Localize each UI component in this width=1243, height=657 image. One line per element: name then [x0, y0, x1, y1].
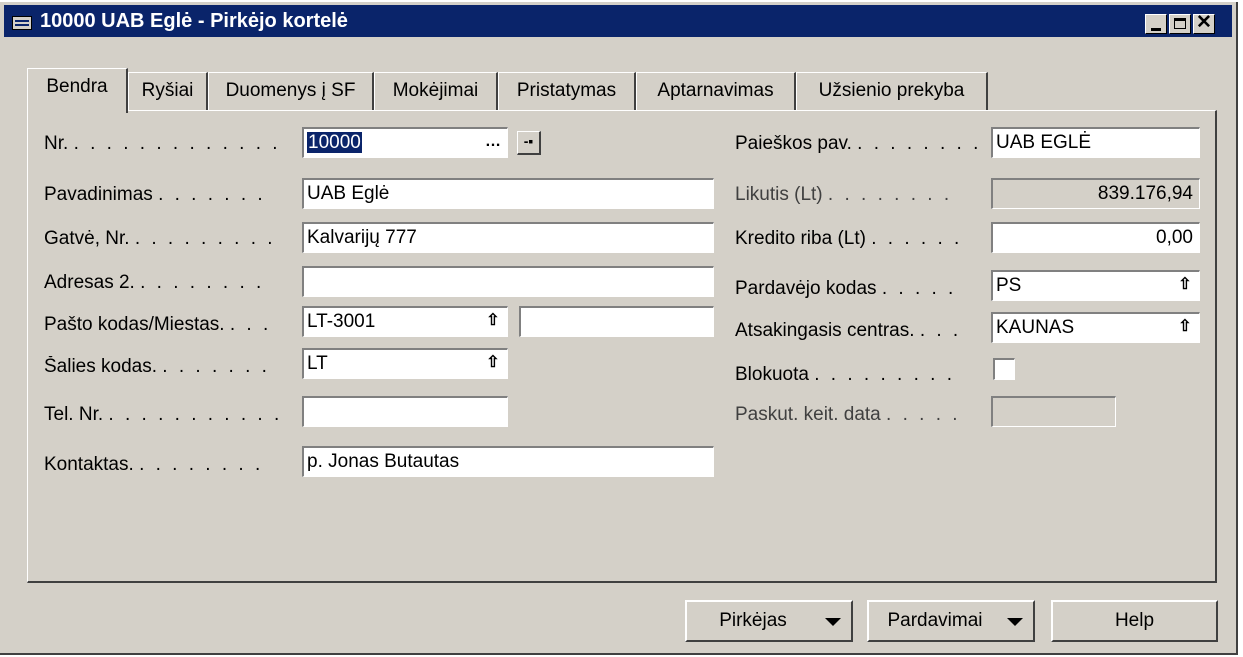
address-field[interactable]: Kalvarijų 777	[302, 222, 714, 253]
up-arrow-icon[interactable]: ⇧	[482, 353, 504, 373]
dropdown-arrow-icon	[825, 618, 841, 626]
tab-mokejimai[interactable]: Mokėjimai	[374, 72, 498, 110]
city-field[interactable]	[519, 306, 714, 337]
up-arrow-icon[interactable]: ⇧	[1174, 275, 1196, 295]
phone-field[interactable]	[302, 396, 508, 427]
sales-menu-button[interactable]: Pardavimai	[867, 600, 1035, 642]
responsibility-center-field[interactable]: KAUNAS ⇧	[991, 312, 1200, 343]
blocked-checkbox[interactable]	[993, 358, 1015, 380]
label-gatve: Gatvė, Nr. . . . . . . . . .	[44, 228, 276, 249]
card-icon: -▪	[523, 133, 534, 149]
label-kontaktas: Kontaktas. . . . . . . . .	[44, 454, 264, 475]
minimize-button[interactable]	[1145, 14, 1167, 34]
label-pasto-kodas: Pašto kodas/Miestas. . . .	[44, 314, 272, 335]
address2-field[interactable]	[302, 266, 714, 297]
post-code-field[interactable]: LT-3001 ⇧	[302, 306, 508, 337]
label-pardavejo-kodas: Pardavėjo kodas . . . . .	[735, 278, 957, 299]
label-blokuota: Blokuota . . . . . . . . .	[735, 364, 955, 385]
country-code-field[interactable]: LT ⇧	[302, 348, 508, 379]
label-adresas2: Adresas 2. . . . . . . . .	[44, 272, 265, 293]
tab-uzsienio-prekyba[interactable]: Užsienio prekyba	[796, 72, 988, 110]
help-button[interactable]: Help	[1051, 600, 1218, 642]
tab-rysiai[interactable]: Ryšiai	[128, 72, 208, 110]
credit-limit-field[interactable]: 0,00	[991, 222, 1200, 253]
label-nr: Nr. . . . . . . . . . . . . .	[44, 133, 281, 154]
minimize-icon	[1151, 28, 1161, 31]
search-name-field[interactable]: UAB EGLĖ	[991, 127, 1200, 158]
close-button[interactable]: ✕	[1193, 12, 1215, 34]
last-modified-date-field	[991, 396, 1116, 427]
label-pavadinimas: Pavadinimas . . . . . . .	[44, 184, 266, 205]
close-icon: ✕	[1196, 12, 1212, 33]
tab-bendra[interactable]: Bendra	[27, 68, 128, 113]
form-icon	[12, 16, 32, 30]
customer-card-window: 10000 UAB Eglė - Pirkėjo kortelė ✕ Bendr…	[0, 2, 1238, 655]
label-paskut-keit-data: Paskut. keit. data . . . . .	[735, 404, 961, 425]
customer-menu-button[interactable]: Pirkėjas	[685, 600, 853, 642]
tab-duomenys-i-sf[interactable]: Duomenys į SF	[208, 72, 374, 110]
label-salies-kodas: Šalies kodas. . . . . . . .	[44, 356, 270, 377]
maximize-icon	[1174, 18, 1186, 29]
up-arrow-icon[interactable]: ⇧	[1174, 317, 1196, 337]
label-paieskos: Paieškos pav. . . . . . . . .	[735, 133, 982, 154]
label-kredito-riba: Kredito riba (Lt) . . . . . .	[735, 228, 963, 249]
nr-field[interactable]: 10000…	[302, 127, 508, 158]
label-tel-nr: Tel. Nr. . . . . . . . . . . .	[44, 404, 283, 425]
assist-edit-button[interactable]: -▪	[517, 131, 541, 155]
tab-aptarnavimas[interactable]: Aptarnavimas	[636, 72, 796, 110]
name-field[interactable]: UAB Eglė	[302, 178, 714, 209]
label-atsakingasis-centras: Atsakingasis centras. . . .	[735, 320, 962, 341]
maximize-button[interactable]	[1169, 14, 1191, 34]
window-title: 10000 UAB Eglė - Pirkėjo kortelė	[40, 10, 348, 32]
contact-field[interactable]: p. Jonas Butautas	[302, 446, 714, 477]
salesperson-code-field[interactable]: PS ⇧	[991, 270, 1200, 301]
tab-pristatymas[interactable]: Pristatymas	[498, 72, 636, 110]
title-bar[interactable]: 10000 UAB Eglė - Pirkėjo kortelė ✕	[4, 5, 1232, 37]
lookup-icon[interactable]: …	[482, 132, 504, 152]
dropdown-arrow-icon	[1007, 618, 1023, 626]
up-arrow-icon[interactable]: ⇧	[482, 311, 504, 331]
label-likutis: Likutis (Lt) . . . . . . . .	[735, 184, 953, 205]
balance-field: 839.176,94	[991, 178, 1200, 209]
